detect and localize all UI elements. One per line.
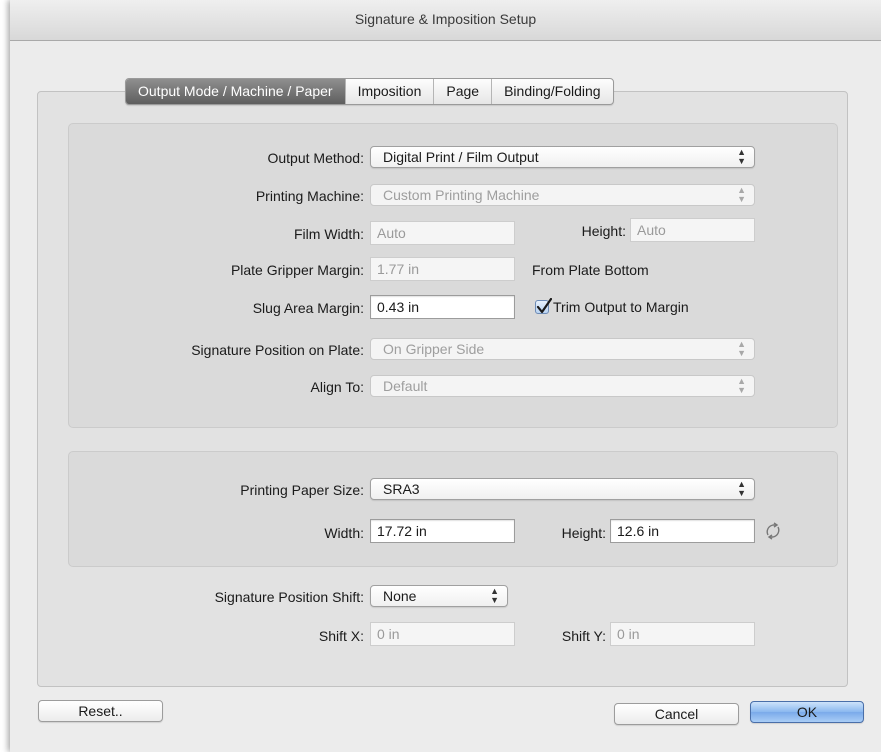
trim-output-label[interactable]: Trim Output to Margin [553, 298, 689, 316]
cancel-button[interactable]: Cancel [614, 703, 739, 725]
updown-arrows-icon: ▲ ▼ [737, 479, 746, 498]
shift-y-field[interactable]: 0 in [610, 622, 755, 646]
checkmark-icon [536, 298, 552, 314]
plate-gripper-margin-label: Plate Gripper Margin: [230, 262, 364, 278]
paper-group [68, 451, 838, 567]
shift-x-field[interactable]: 0 in [370, 622, 515, 646]
paper-height-field[interactable]: 12.6 in [610, 519, 755, 543]
signature-shift-label: Signature Position Shift: [214, 589, 364, 605]
output-method-select[interactable]: Digital Print / Film Output ▲ ▼ [370, 146, 755, 168]
reset-button[interactable]: Reset.. [38, 700, 163, 722]
trim-output-checkbox[interactable] [535, 298, 552, 314]
paper-size-value: SRA3 [383, 481, 420, 497]
align-to-label: Align To: [310, 379, 364, 395]
align-to-select[interactable]: Default ▲ ▼ [370, 375, 755, 397]
tab-output-mode[interactable]: Output Mode / Machine / Paper [126, 79, 345, 104]
printing-machine-select[interactable]: Custom Printing Machine ▲ ▼ [370, 184, 755, 206]
output-method-value: Digital Print / Film Output [383, 149, 539, 165]
updown-arrows-icon: ▲ ▼ [737, 185, 746, 204]
slug-area-margin-label: Slug Area Margin: [252, 300, 364, 316]
paper-size-label: Printing Paper Size: [240, 482, 364, 498]
title-bar[interactable]: Signature & Imposition Setup [10, 0, 881, 41]
signature-position-value: On Gripper Side [383, 341, 485, 357]
film-height-label: Height: [581, 223, 626, 239]
shift-y-label: Shift Y: [561, 628, 606, 644]
gripper-note: From Plate Bottom [532, 262, 649, 278]
paper-size-select[interactable]: SRA3 ▲ ▼ [370, 478, 755, 500]
paper-width-label: Width: [324, 525, 364, 541]
tab-imposition[interactable]: Imposition [344, 79, 434, 104]
updown-arrows-icon: ▲ ▼ [737, 339, 746, 358]
updown-arrows-icon: ▲ ▼ [737, 376, 746, 395]
printing-machine-label: Printing Machine: [255, 188, 364, 204]
signature-shift-select[interactable]: None ▲ ▼ [370, 585, 508, 607]
tab-page[interactable]: Page [433, 79, 491, 104]
film-height-field[interactable]: Auto [630, 218, 755, 242]
updown-arrows-icon: ▲ ▼ [490, 586, 499, 605]
paper-width-field[interactable]: 17.72 in [370, 519, 515, 543]
printing-machine-value: Custom Printing Machine [383, 187, 540, 203]
align-to-value: Default [383, 378, 428, 394]
window-title: Signature & Imposition Setup [354, 11, 537, 27]
signature-position-select[interactable]: On Gripper Side ▲ ▼ [370, 338, 755, 360]
signature-position-label: Signature Position on Plate: [191, 342, 364, 358]
signature-shift-value: None [383, 588, 417, 604]
tab-binding-folding[interactable]: Binding/Folding [491, 79, 613, 104]
slug-area-margin-field[interactable]: 0.43 in [370, 295, 515, 319]
output-method-label: Output Method: [267, 150, 364, 166]
tab-bar: Output Mode / Machine / Paper Imposition… [125, 78, 614, 105]
swap-orientation-icon[interactable] [764, 522, 782, 540]
updown-arrows-icon: ▲ ▼ [737, 147, 746, 166]
paper-height-label: Height: [561, 525, 606, 541]
plate-gripper-margin-field[interactable]: 1.77 in [370, 257, 515, 281]
ok-button[interactable]: OK [750, 701, 864, 723]
shift-x-label: Shift X: [318, 628, 364, 644]
film-width-label: Film Width: [294, 226, 364, 242]
dialog-window: Signature & Imposition Setup Output Mode… [10, 0, 881, 752]
film-width-field[interactable]: Auto [370, 221, 515, 245]
